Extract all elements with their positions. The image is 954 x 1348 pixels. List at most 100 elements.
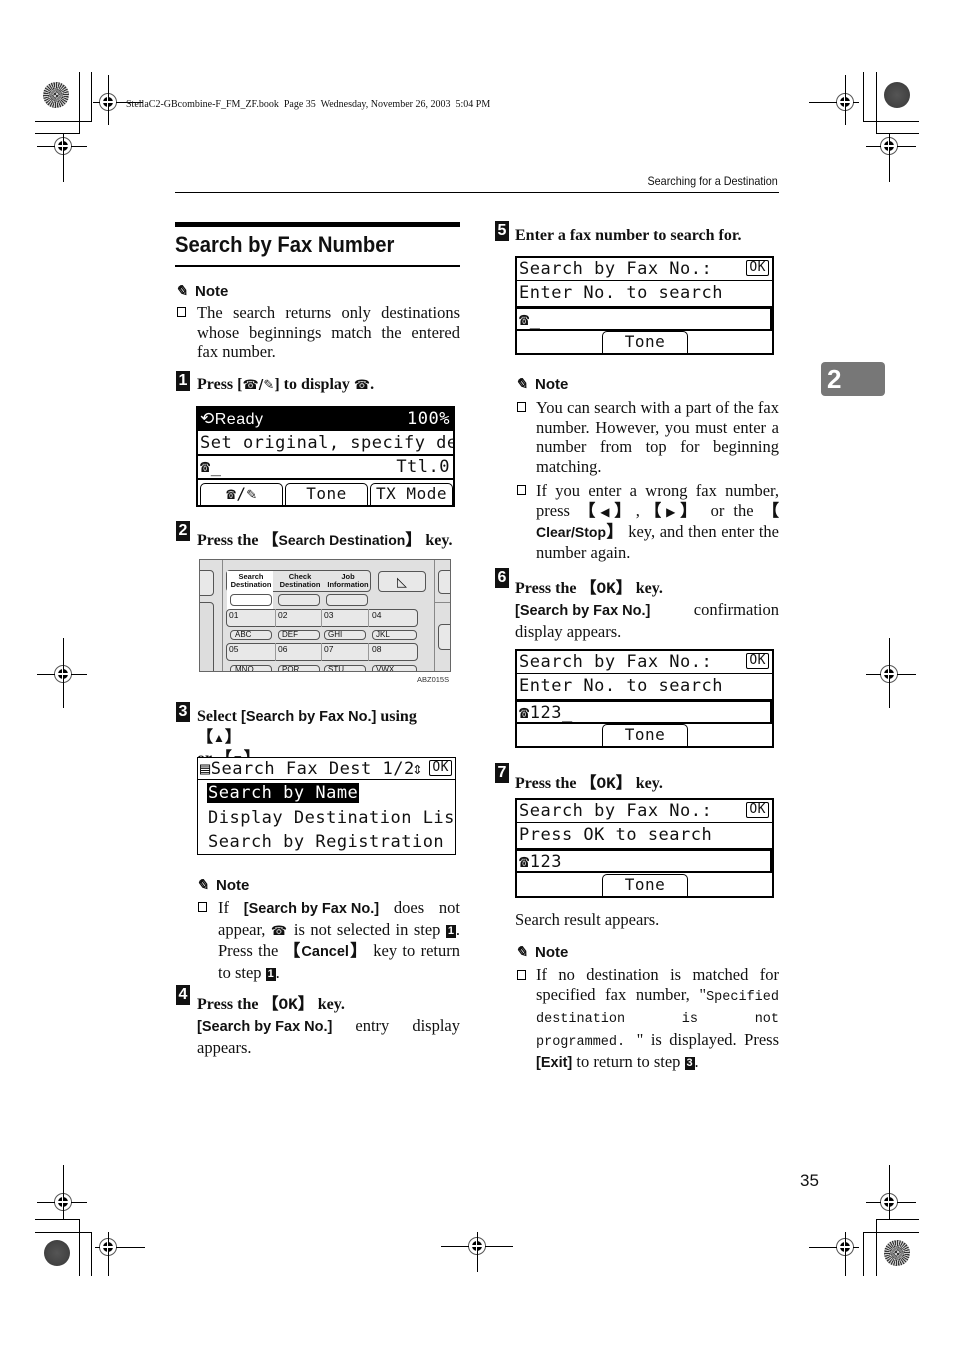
lcd-total: Ttl.0 — [396, 457, 450, 477]
control-panel-illustration: Search Destination Check Destination Job In… — [199, 559, 451, 672]
up-arrow-key: ▲ — [213, 731, 225, 745]
lcd-search-fax-dest-menu: ▤Search Fax Dest 1/2 ⇕ OK Search by Name… — [197, 757, 456, 855]
lcd-line: Set original, specify dest. — [198, 432, 453, 456]
fax-phone-icon: ☎ — [353, 378, 371, 393]
note-5-item-2: If you enter a wrong fax number, press 【… — [536, 481, 780, 562]
ok-button[interactable]: OK — [429, 760, 452, 776]
step-number: 2 — [176, 521, 190, 541]
quick-dial-key[interactable]: 06 — [278, 644, 287, 654]
running-header: Searching for a Destination — [647, 174, 778, 188]
tx-mode-tab[interactable]: TX Mode — [370, 483, 453, 505]
note-label: Note — [195, 282, 229, 300]
quick-dial-key[interactable]: 07 — [324, 644, 333, 654]
ok-button[interactable]: OK — [746, 653, 769, 669]
lcd-fax-entry-screen: Search by Fax No.: OK Enter No. to search… — [515, 256, 774, 355]
section-bottom-rule — [175, 265, 460, 267]
edit-key[interactable]: ◺ — [378, 571, 426, 592]
lcd-title-bar: Search by Fax No.: OK — [517, 258, 772, 281]
lcd-fax-entry-123-screen: Search by Fax No.: OK Enter No. to search… — [515, 649, 774, 748]
fax-number-input[interactable]: ☎123 — [517, 849, 772, 873]
search-destination-button[interactable] — [230, 594, 272, 606]
step-number: 4 — [176, 985, 190, 1005]
lcd-entry-line: ☎_ Ttl.0 — [198, 456, 453, 480]
color-target-icon — [884, 82, 910, 108]
right-arrow-key: ▶ — [666, 504, 681, 519]
note-heading: ✎ Note — [175, 282, 229, 301]
note-heading: ✎ Note — [196, 876, 250, 895]
ok-button[interactable]: OK — [746, 802, 769, 818]
tone-tab[interactable]: Tone — [602, 874, 688, 896]
step-number: 3 — [176, 702, 190, 722]
lcd-status: Ready — [214, 411, 264, 428]
menu-item-search-by-registration-no[interactable]: Search by Registration No. — [198, 831, 455, 855]
tone-tab[interactable]: Tone — [602, 331, 688, 353]
step-4-result: [Search by Fax No.] entry display appear… — [197, 1016, 460, 1057]
color-target-icon — [43, 82, 69, 108]
phone-icon: ☎ — [519, 703, 530, 723]
up-down-icon: ⇕ — [412, 759, 423, 779]
check-destination-button[interactable] — [278, 594, 320, 606]
tone-tab[interactable]: Tone — [285, 483, 368, 505]
pencil-icon: ✎ — [515, 376, 528, 393]
quick-dial-key[interactable]: 01 — [229, 610, 238, 620]
quick-dial-key[interactable]: 05 — [229, 644, 238, 654]
lcd-status-bar: ⟲Ready 100% — [198, 408, 453, 431]
ok-key: OK — [596, 580, 616, 598]
quick-dial-key[interactable]: 04 — [372, 610, 381, 620]
fax-phone-icon: ☎/✎ — [242, 378, 275, 393]
clear-stop-key: Clear/Stop — [536, 524, 607, 540]
step-6-result: [Search by Fax No.] confirmation display… — [515, 600, 779, 641]
search-destination-label: Search Destination — [230, 572, 272, 589]
quick-dial-key[interactable]: 03 — [324, 610, 333, 620]
step-number: 1 — [176, 371, 190, 391]
header-rule — [175, 192, 779, 193]
note-heading: ✎ Note — [515, 943, 569, 962]
note-5-item-1: You can search with a part of the fax nu… — [536, 398, 779, 476]
step-5-text: Enter a fax number to search for. — [515, 227, 742, 244]
phone-icon: ☎ — [270, 923, 289, 939]
step-1-text: Press [☎/✎] to display ☎. — [197, 376, 375, 393]
color-target-icon — [44, 1240, 70, 1266]
list-icon: ▤ — [200, 759, 211, 779]
color-target-icon — [884, 1240, 910, 1266]
step-2-text: Press the 【Search Destination】 key. — [197, 530, 453, 549]
quick-dial-key[interactable]: 08 — [372, 644, 381, 654]
lcd-prompt: Enter No. to search — [517, 675, 772, 700]
ok-button[interactable]: OK — [746, 260, 769, 276]
lcd-ready-screen: ⟲Ready 100% Set original, specify dest. … — [196, 406, 455, 507]
checkbox-bullet-icon — [517, 485, 526, 495]
tone-tab[interactable]: Tone — [602, 724, 688, 746]
lcd-zoom: 100% — [407, 409, 450, 429]
lcd-prompt: Enter No. to search — [517, 282, 772, 307]
ready-icon: ⟲ — [200, 409, 215, 429]
cancel-key: Cancel — [301, 944, 349, 960]
quick-dial-key[interactable]: 02 — [278, 610, 287, 620]
lcd-prompt: Press OK to search — [517, 824, 772, 849]
fax-phone-icon: ☎/✎ — [226, 484, 257, 503]
step-7-result: Search result appears. — [515, 910, 660, 929]
pencil-icon: ✎ — [196, 877, 209, 894]
step-4-text: Press the 【OK】 key. — [197, 994, 345, 1014]
checkbox-bullet-icon — [517, 402, 526, 412]
ok-key: OK — [596, 775, 616, 793]
step-number: 7 — [495, 763, 509, 783]
check-destination-label: Check Destination — [279, 572, 321, 589]
menu-item-display-destination-list[interactable]: Display Destination List — [198, 807, 455, 831]
menu-item-search-by-name[interactable]: Search by Name — [198, 782, 455, 806]
job-information-button[interactable] — [326, 594, 368, 606]
fax-mode-tab[interactable]: ☎/✎ — [200, 483, 283, 505]
fax-number-input[interactable]: ☎_ — [517, 307, 772, 331]
ok-key: OK — [278, 996, 298, 1014]
exit-key: [Exit] — [536, 1055, 573, 1071]
fax-number-input[interactable]: ☎123_ — [517, 700, 772, 724]
step-3-note-text: If [Search by Fax No.] does not appear, … — [218, 898, 461, 982]
note-7-text: If no destination is matched for specifi… — [536, 965, 779, 1074]
chapter-tab[interactable]: 2 — [821, 362, 885, 396]
step-7-text: Press the 【OK】 key. — [515, 773, 663, 793]
checkbox-bullet-icon — [517, 970, 526, 980]
figure-id: ABZ015S — [417, 675, 450, 684]
pencil-icon: ✎ — [175, 283, 188, 300]
step-6-text: Press the 【OK】 key. — [515, 578, 663, 598]
lcd-title-bar: ▤Search Fax Dest 1/2 ⇕ OK — [198, 758, 455, 780]
checkbox-bullet-icon — [198, 902, 207, 912]
